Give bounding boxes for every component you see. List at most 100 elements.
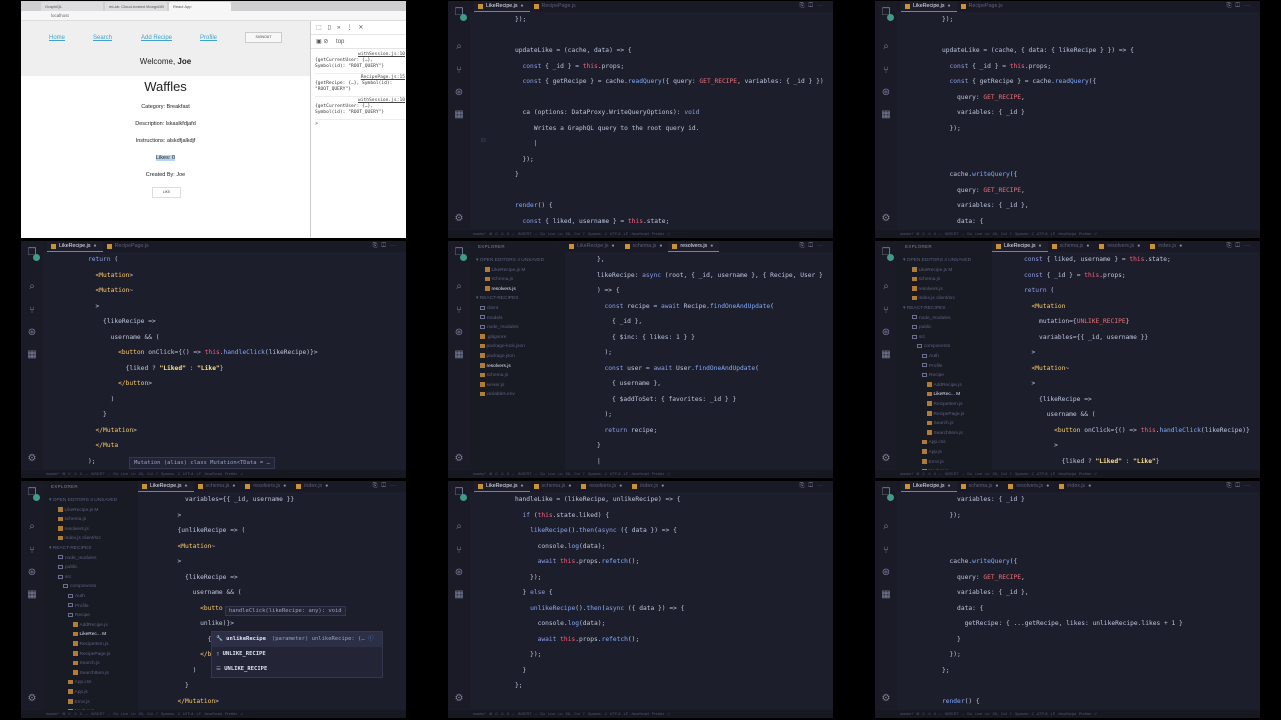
settings-gear-icon[interactable]: ⚙	[880, 693, 892, 705]
explorer-folder[interactable]: Recipe	[68, 611, 90, 621]
suggestion-item[interactable]: ▯ UNLIKE_RECIPE	[212, 647, 382, 662]
explorer-file[interactable]: resolvers.js	[480, 362, 511, 372]
explorer-file[interactable]: LikeRecipe.js M	[485, 266, 525, 276]
device-icon[interactable]: ▯	[328, 25, 337, 31]
extensions-icon[interactable]: ▦	[453, 349, 465, 361]
explorer-folder[interactable]: public	[58, 563, 78, 573]
editor-tab[interactable]: schema.js ●	[957, 481, 1005, 492]
search-icon[interactable]: ⌕	[26, 281, 38, 293]
autocomplete-popup[interactable]: Mutation (alias) class Mutation<TData = …	[129, 457, 275, 469]
explorer-folder[interactable]: node_modules	[58, 554, 96, 564]
explorer-folder[interactable]: Profile	[68, 602, 89, 612]
split-editor-icon[interactable]: ◫	[381, 243, 390, 249]
search-icon[interactable]: ⌕	[453, 281, 465, 293]
explorer-folder[interactable]: Auth	[68, 592, 85, 602]
source-control-icon[interactable]: ⑂	[880, 65, 892, 77]
search-icon[interactable]: ⌕	[453, 41, 465, 53]
settings-gear-icon[interactable]: ⚙	[453, 453, 465, 465]
context-select[interactable]: top	[336, 39, 344, 45]
info-icon[interactable]: ⓘ	[365, 636, 374, 642]
more-actions-icon[interactable]: ⋯	[1244, 3, 1254, 9]
explorer-section-header[interactable]: ▾ REACT-RECIPES	[49, 544, 91, 554]
explorer-section-header[interactable]: ▾ REACT-RECIPES	[903, 304, 945, 314]
explorer-file[interactable]: resolvers.js	[912, 285, 943, 295]
split-editor-icon[interactable]: ◫	[808, 483, 817, 489]
explorer-folder[interactable]: models	[480, 314, 502, 324]
console-prompt[interactable]: >	[315, 121, 318, 127]
code-area[interactable]: const { liked, username } = this.state; c…	[1024, 252, 1260, 470]
suggestion-item[interactable]: ☰ UNLIKE_RECIPE	[212, 662, 382, 677]
explorer-file[interactable]: package-lock.json	[480, 342, 525, 352]
explorer-file[interactable]: server.js	[480, 381, 504, 391]
explorer-file[interactable]: LikeRec... M	[73, 630, 106, 640]
address-bar[interactable]: localhost	[21, 11, 406, 21]
explorer-file[interactable]: AddRecipe.js	[927, 381, 962, 391]
source-control-icon[interactable]: ⑂	[26, 305, 38, 317]
explorer-file[interactable]: resolvers.js	[485, 285, 516, 295]
more-actions-icon[interactable]: ⋯	[817, 243, 827, 249]
more-actions-icon[interactable]: ⋯	[390, 483, 400, 489]
editor-tab[interactable]: resolvers.js ●	[1004, 481, 1055, 492]
editor-tab[interactable]: LikeRecipe.js ●	[474, 1, 530, 12]
debug-icon[interactable]: ⊛	[453, 327, 465, 339]
explorer-file[interactable]: .gitignore	[480, 333, 506, 343]
editor-tab[interactable]: LikeRecipe.js ●	[992, 241, 1048, 252]
editor-tab[interactable]: LikeRecipe.js ●	[138, 481, 194, 492]
explorer-file[interactable]: schema.js	[58, 515, 86, 525]
explorer-file[interactable]: SearchItem.js	[927, 429, 963, 439]
like-button[interactable]: LIKE	[152, 187, 181, 198]
editor-tab[interactable]: LikeRecipe.js ●	[901, 481, 957, 492]
extensions-icon[interactable]: ▦	[453, 589, 465, 601]
browser-tab-active[interactable]: React App	[169, 2, 231, 11]
inspect-icon[interactable]: ⬚	[316, 25, 328, 31]
nav-search-link[interactable]: Search	[93, 35, 112, 41]
editor-tab[interactable]: resolvers.js ●	[1095, 241, 1146, 252]
search-icon[interactable]: ⌕	[880, 521, 892, 533]
explorer-file[interactable]: index.js client/src	[58, 534, 101, 544]
explorer-section-header[interactable]: ▾ OPEN EDITORS 4 UNSAVED	[903, 256, 971, 266]
debug-icon[interactable]: ⊛	[453, 87, 465, 99]
explorer-file[interactable]: variables.env	[480, 390, 515, 400]
explorer-folder[interactable]: node_modules	[480, 323, 518, 333]
editor-tab[interactable]: index.js ●	[292, 481, 334, 492]
explorer-file[interactable]: RecipePage.js	[73, 650, 110, 660]
editor-tab[interactable]: resolvers.js ●	[668, 241, 720, 252]
nav-home-link[interactable]: Home	[49, 35, 65, 41]
explorer-file[interactable]: RecipePage.js	[927, 410, 964, 420]
explorer-file[interactable]: schema.js	[912, 275, 940, 285]
explorer-folder[interactable]: client	[480, 304, 498, 314]
explorer-file[interactable]: Error.js	[68, 698, 90, 708]
editor-tab[interactable]: RecipePage.js	[103, 241, 155, 252]
explorer-file[interactable]: Error.js	[922, 458, 944, 468]
explorer-file[interactable]: App.css	[922, 438, 946, 448]
explorer-file[interactable]: schema.js	[485, 275, 513, 285]
extensions-icon[interactable]: ▦	[453, 109, 465, 121]
debug-icon[interactable]: ⊛	[26, 567, 38, 579]
explorer-file[interactable]: package.json	[480, 352, 515, 362]
editor-tab[interactable]: schema.js ●	[1048, 241, 1096, 252]
search-icon[interactable]: ⌕	[453, 521, 465, 533]
explorer-file[interactable]: index.js client/src	[912, 294, 955, 304]
debug-icon[interactable]: ⊛	[880, 567, 892, 579]
explorer-file[interactable]: resolvers.js	[58, 525, 89, 535]
editor-tab[interactable]: schema.js ●	[194, 481, 242, 492]
browser-tab[interactable]: GraphiQL	[41, 2, 103, 11]
explorer-file[interactable]: App.js	[922, 448, 942, 458]
explorer-file[interactable]: App.css	[68, 678, 92, 688]
sidebar-icon[interactable]: ▣	[316, 39, 322, 45]
explorer-section-header[interactable]: ▾ OPEN EDITORS 4 UNSAVED	[476, 256, 544, 266]
explorer-file[interactable]: App.js	[68, 688, 88, 698]
source-control-icon[interactable]: ⑂	[453, 545, 465, 557]
clear-icon[interactable]: ⊘	[323, 39, 328, 45]
editor-tab[interactable]: schema.js ●	[530, 481, 578, 492]
menu-icon[interactable]: ⋮	[346, 25, 358, 31]
more-actions-icon[interactable]: ⋯	[817, 483, 827, 489]
debug-icon[interactable]: ⊛	[880, 327, 892, 339]
explorer-file[interactable]: schema.js	[480, 371, 508, 381]
nav-add-recipe-link[interactable]: Add Recipe	[141, 35, 172, 41]
debug-icon[interactable]: ⊛	[453, 567, 465, 579]
search-icon[interactable]: ⌕	[880, 281, 892, 293]
split-editor-icon[interactable]: ◫	[1235, 243, 1244, 249]
explorer-section-header[interactable]: ▾ REACT-RECIPES	[476, 294, 518, 304]
code-area[interactable]: }); updateLike = (cache, { data: { likeRe…	[942, 12, 1260, 238]
